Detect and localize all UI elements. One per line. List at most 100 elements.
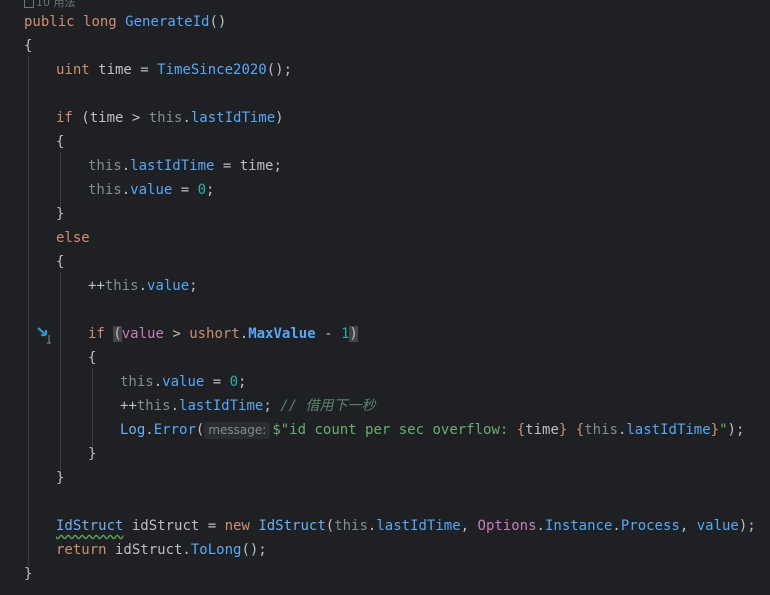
code-token: . — [239, 326, 249, 342]
code-token: ( — [113, 326, 122, 342]
code-token: new — [224, 518, 250, 534]
code-token: } — [56, 470, 65, 486]
code-line: { — [56, 250, 770, 274]
code-line: Log.Error(message: $"id count per sec ove… — [120, 418, 770, 442]
code-token: - — [315, 326, 341, 342]
code-token: (time > — [72, 110, 149, 126]
code-token: lastIdTime — [626, 422, 711, 438]
code-token: this — [136, 398, 171, 414]
code-token: this — [148, 110, 183, 126]
code-line: } — [24, 562, 770, 586]
code-token: Process — [620, 518, 680, 534]
code-token: if — [88, 326, 105, 342]
code-token: ; — [189, 278, 198, 294]
code-token: lastIdTime — [130, 158, 215, 174]
code-line: IdStruct idStruct = new IdStruct(this.la… — [56, 514, 770, 538]
code-line: } — [56, 466, 770, 490]
code-token: } — [24, 566, 33, 582]
code-token: (); — [266, 62, 293, 78]
code-line: this.value = 0; — [88, 178, 770, 202]
code-token: { — [56, 134, 65, 150]
code-token: . — [182, 110, 191, 126]
code-token: this — [88, 158, 122, 174]
code-line: return idStruct.ToLong(); — [56, 538, 770, 562]
step-into-icon[interactable] — [36, 325, 56, 345]
code-line: this.value = 0; — [120, 370, 770, 394]
code-token: ( — [325, 518, 335, 534]
code-token: . — [612, 518, 621, 534]
code-token: { — [24, 38, 33, 54]
code-token: (); — [241, 542, 267, 558]
code-editor[interactable]: 10 用法 public long GenerateId() { uint ti… — [0, 0, 770, 595]
code-token: . — [138, 278, 148, 294]
code-token: this — [120, 374, 154, 390]
code-token: value — [121, 326, 164, 342]
code-token: { — [516, 422, 526, 438]
code-token: value — [162, 374, 205, 390]
indent-guide — [92, 368, 93, 448]
code-token: lastIdTime — [179, 398, 264, 414]
code-line: { — [88, 346, 770, 370]
code-token: 10 用法 — [36, 0, 76, 9]
code-line: uint time = TimeSince2020(); — [56, 58, 770, 82]
code-token: idStruct. — [106, 542, 191, 558]
code-line: } — [88, 442, 770, 466]
code-line: this.lastIdTime = time; — [88, 154, 770, 178]
step-into-arrow-icon — [37, 327, 51, 344]
code-line: public long GenerateId() — [24, 10, 770, 34]
type-warning: IdStruct — [56, 518, 124, 534]
code-token: return — [56, 542, 107, 558]
code-line: if (value > ushort.MaxValue - 1) — [88, 322, 770, 346]
code-token: 0 — [229, 374, 239, 390]
usages-icon — [24, 0, 34, 8]
code-token: Log — [120, 422, 146, 438]
code-token: this — [584, 422, 618, 438]
code-token: () — [209, 14, 227, 30]
code-token: value — [147, 278, 190, 294]
code-token: , — [679, 518, 697, 534]
code-token: lastIdTime — [376, 518, 461, 534]
code-token: . — [121, 158, 131, 174]
code-token: GenerateId — [125, 14, 210, 30]
code-token: " — [719, 422, 728, 438]
indent-guide — [60, 152, 61, 207]
code-token: long — [83, 14, 117, 30]
code-token: ) — [349, 326, 358, 342]
code-token: ( — [195, 422, 205, 438]
code-token: } — [88, 446, 97, 462]
code-token: else — [56, 230, 90, 246]
code-token: 0 — [197, 182, 207, 198]
code-token: { — [88, 350, 97, 366]
code-token: this — [88, 182, 122, 198]
code-token: ; — [206, 182, 215, 198]
code-token: value — [130, 182, 173, 198]
code-token: time — [525, 422, 559, 438]
code-token: = — [172, 182, 198, 198]
code-line: ++this.lastIdTime; // 借用下一秒 — [120, 394, 770, 418]
code-token: // 借用下一秒 — [280, 398, 376, 414]
code-token: public — [24, 14, 75, 30]
code-token: { — [56, 254, 65, 270]
code-token: TimeSince2020 — [157, 62, 267, 78]
code-line: } — [56, 202, 770, 226]
code-token: . — [145, 422, 154, 438]
code-line: if (time > this.lastIdTime) — [56, 106, 770, 130]
code-line: else — [56, 226, 770, 250]
code-token: , — [460, 518, 478, 534]
code-token: ) — [275, 110, 284, 126]
code-token: this — [104, 278, 139, 294]
code-token: . — [170, 398, 180, 414]
code-token: IdStruct — [258, 518, 326, 534]
code-token: ; — [263, 398, 272, 414]
code-token: Error — [153, 422, 196, 438]
code-token: value — [696, 518, 739, 534]
code-token: lastIdTime — [190, 110, 276, 126]
code-token: Instance — [544, 518, 613, 534]
code-token: } — [710, 422, 720, 438]
code-token: > — [163, 326, 190, 342]
usages-hint[interactable]: 10 用法 — [24, 0, 76, 9]
code-token: } — [56, 206, 65, 222]
code-token: ++ — [120, 398, 137, 414]
code-token: ushort — [189, 326, 240, 342]
code-token: ToLong — [190, 542, 242, 558]
